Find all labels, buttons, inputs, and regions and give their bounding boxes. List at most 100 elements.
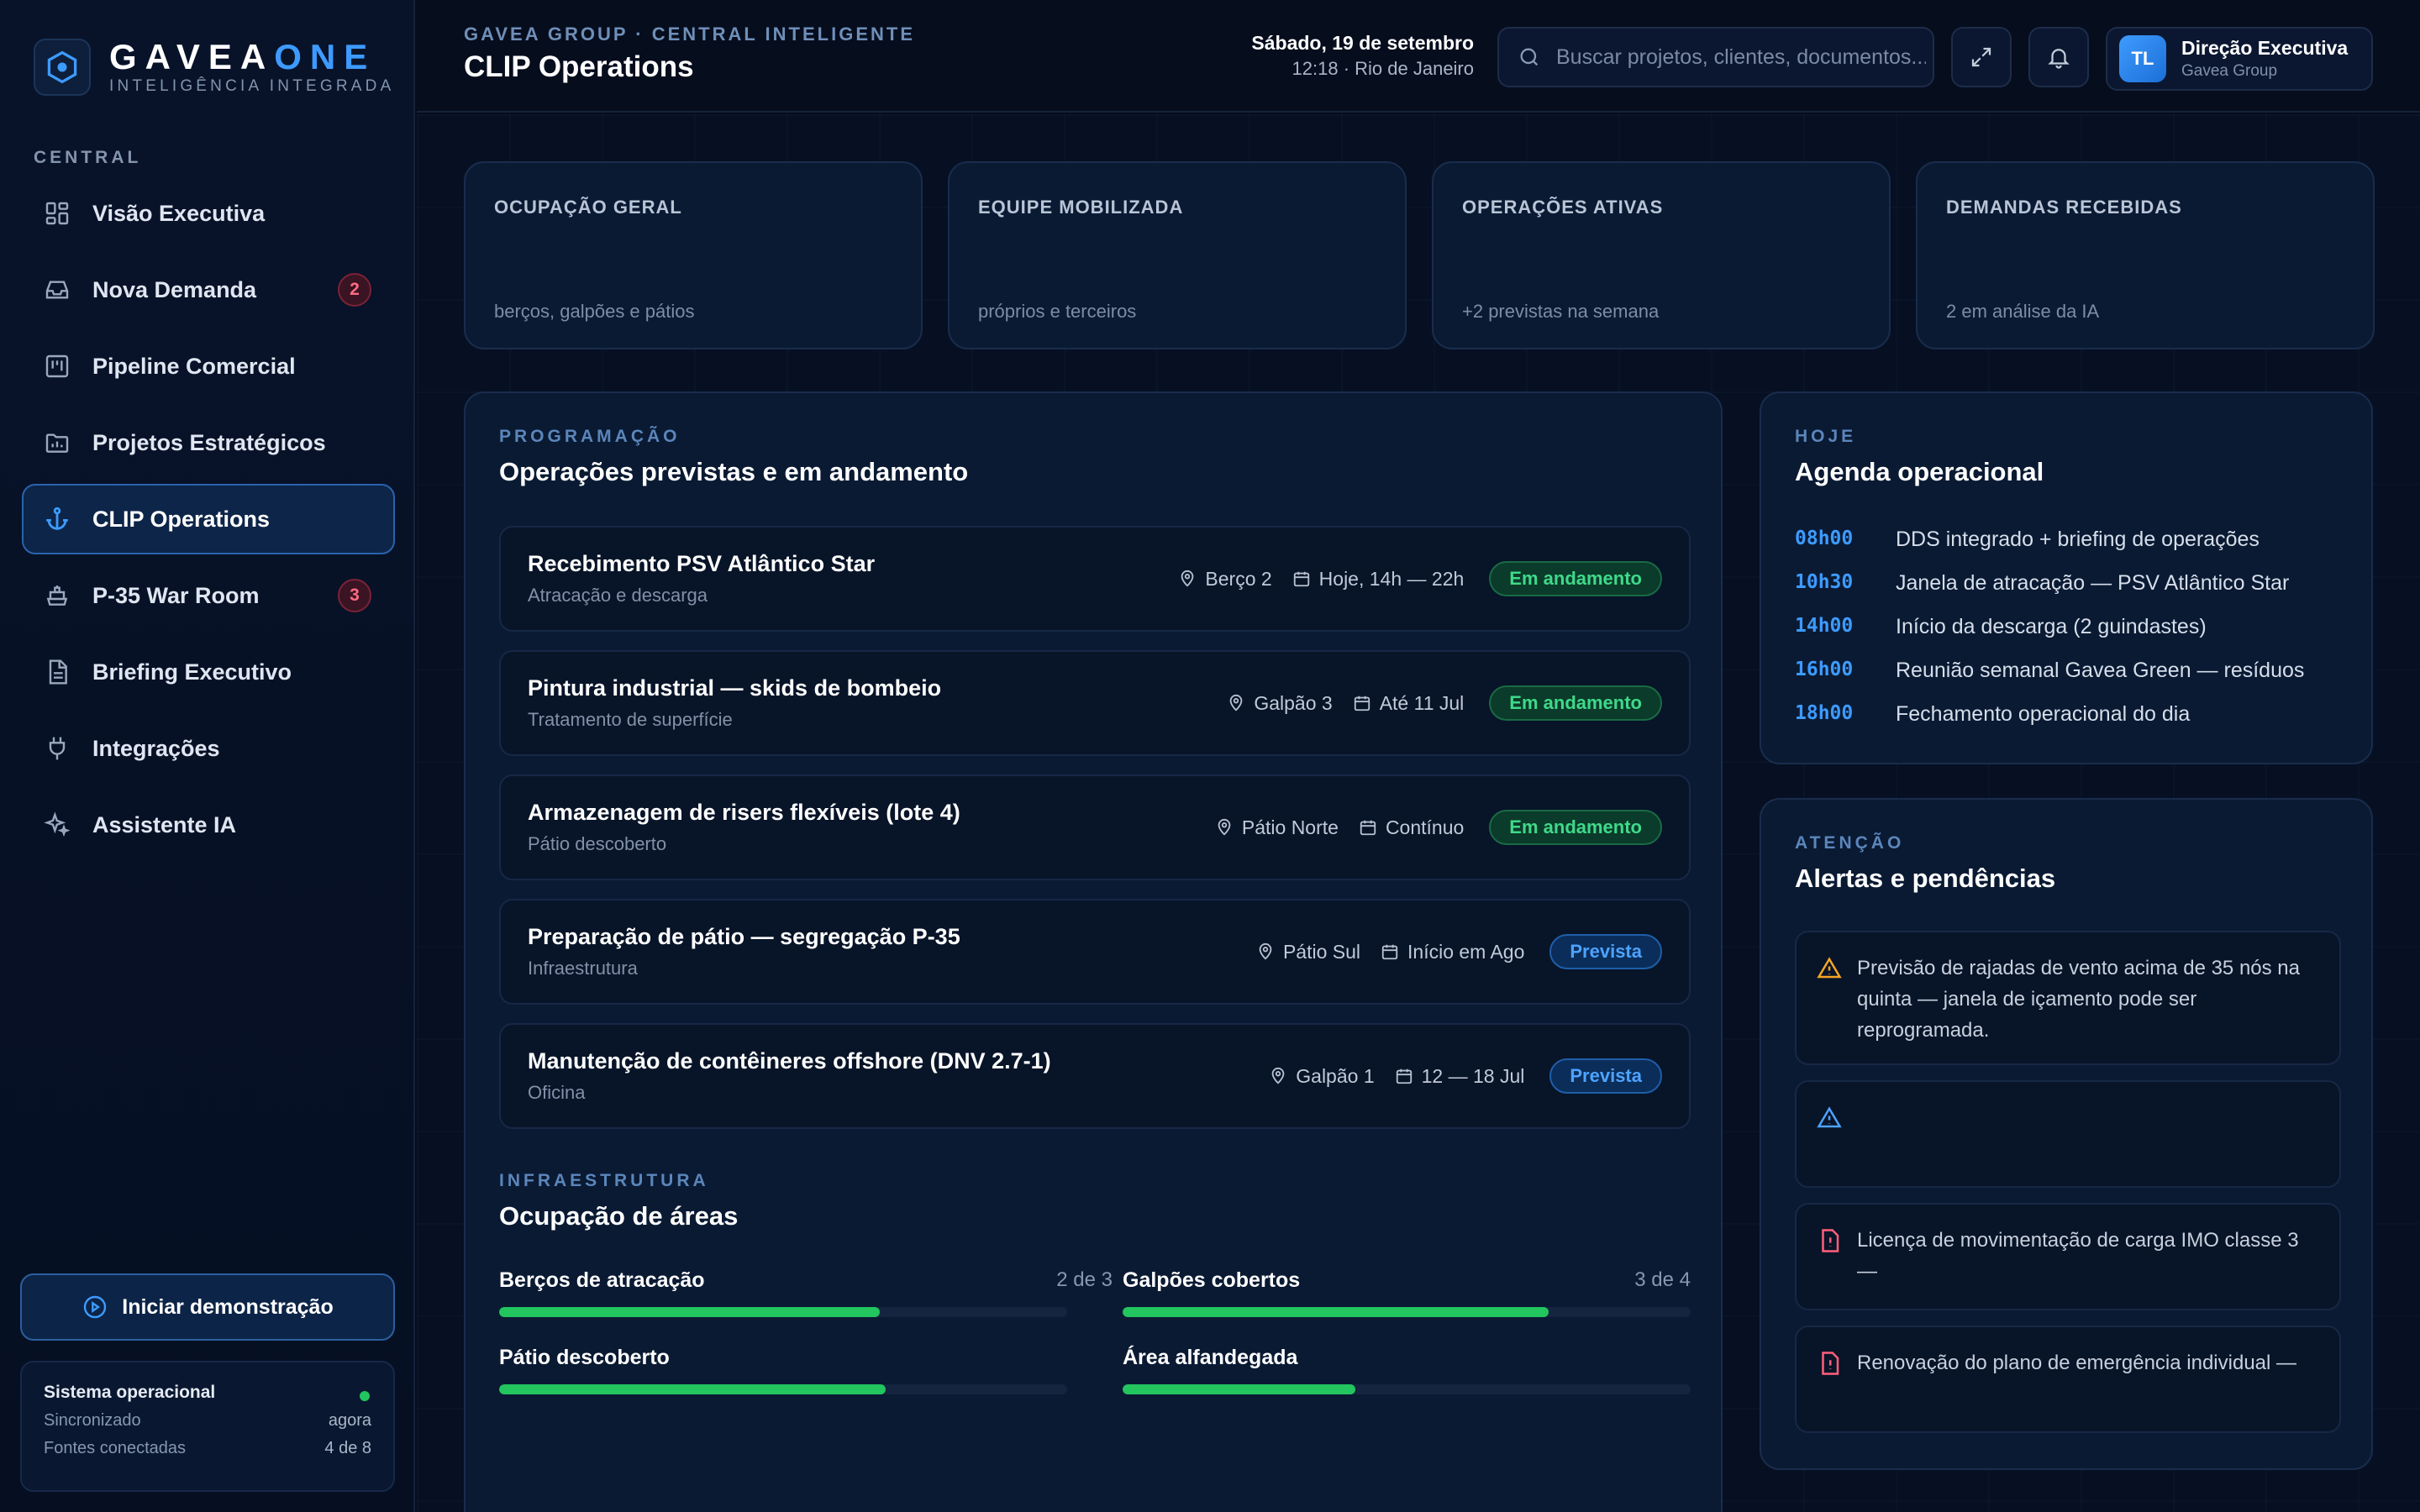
sidebar-item-pipeline-comercial[interactable]: Pipeline Comercial (22, 331, 395, 402)
operation-schedule: Contínuo (1359, 816, 1464, 839)
occupancy-label: Berços de atracação (499, 1268, 705, 1292)
sidebar-item-label: CLIP Operations (92, 506, 271, 532)
operation-row[interactable]: Pintura industrial — skids de bombeio Tr… (499, 650, 1691, 756)
fullscreen-button[interactable] (1951, 27, 2012, 87)
play-circle-icon (84, 1295, 107, 1319)
sidebar-item-visao-executiva[interactable]: Visão Executiva (22, 178, 395, 249)
occupancy-label: Área alfandegada (1123, 1346, 1298, 1369)
alert-item[interactable] (1795, 1080, 2341, 1188)
page-title: CLIP Operations (464, 50, 694, 83)
search-box[interactable] (1497, 27, 1934, 87)
sources-status-row: Fontes conectadas 4 de 8 (44, 1439, 371, 1457)
brand-name: GAVEAONE (109, 37, 376, 76)
system-status-title: Sistema operacional (44, 1383, 216, 1402)
sidebar-item-clip-operations[interactable]: CLIP Operations (22, 484, 395, 554)
datetime-display: Sábado, 19 de setembro 12:18 · Rio de Ja… (1251, 32, 1474, 80)
map-pin-icon (1181, 570, 1194, 587)
kpi-card-ocupacao[interactable]: OCUPAÇÃO GERAL berços, galpões e pátios (464, 161, 923, 349)
alert-item[interactable]: Previsão de rajadas de vento acima de 35… (1795, 931, 2341, 1065)
agenda-time: 10h30 (1795, 571, 1854, 593)
sidebar-item-label: Integrações (92, 735, 220, 761)
operation-subtitle: Atracação e descarga (528, 585, 708, 606)
breadcrumb: GAVEA GROUP · CENTRAL INTELIGENTE (464, 24, 915, 45)
user-org: Gavea Group (2181, 62, 2278, 80)
sidebar-item-assistente-ia[interactable]: Assistente IA (22, 790, 395, 860)
status-online-dot (360, 1391, 370, 1401)
notifications-button[interactable] (2028, 27, 2089, 87)
sparkles-icon (42, 810, 72, 840)
operations-panel: PROGRAMAÇÃO Operações previstas e em and… (464, 391, 1723, 1512)
operation-location: Galpão 3 (1227, 692, 1333, 715)
map-pin-icon (1230, 694, 1243, 711)
user-menu[interactable]: TL Direção Executiva Gavea Group (2106, 27, 2373, 91)
calendar-icon (1354, 696, 1370, 711)
search-input[interactable] (1556, 45, 1926, 70)
start-demo-button[interactable]: Iniciar demonstração (20, 1273, 395, 1341)
kpi-subtext: +2 previstas na semana (1462, 301, 1660, 322)
agenda-item[interactable]: 14h00 Início da descarga (2 guindastes) (1795, 615, 2207, 639)
alerts-title: Alertas e pendências (1795, 864, 2056, 893)
kpi-card-operacoes[interactable]: OPERAÇÕES ATIVAS +2 previstas na semana (1432, 161, 1891, 349)
operation-location: Galpão 1 (1269, 1065, 1375, 1088)
calendar-icon (1293, 571, 1309, 587)
operation-subtitle: Infraestrutura (528, 958, 638, 979)
brand[interactable]: GAVEAONE INTELIGÊNCIA INTEGRADA (34, 39, 394, 96)
kpi-card-equipe[interactable]: EQUIPE MOBILIZADA próprios e terceiros (948, 161, 1407, 349)
occupancy-bar-fill (1123, 1384, 1356, 1394)
map-pin-icon (1259, 942, 1272, 960)
sidebar-item-nova-demanda[interactable]: Nova Demanda 2 (22, 255, 395, 325)
sidebar-item-p35-war-room[interactable]: P-35 War Room 3 (22, 560, 395, 631)
agenda-time: 16h00 (1795, 659, 1854, 680)
sidebar-item-briefing-executivo[interactable]: Briefing Executivo (22, 637, 395, 707)
sidebar-item-integracoes[interactable]: Integrações (22, 713, 395, 784)
occupancy-bar-fill (1123, 1307, 1549, 1317)
agenda-time: 18h00 (1795, 702, 1854, 724)
alerts-eyebrow: ATENÇÃO (1795, 833, 1905, 853)
calendar-icon (1360, 820, 1376, 836)
operation-row[interactable]: Armazenagem de risers flexíveis (lote 4)… (499, 774, 1691, 880)
sidebar-item-label: Projetos Estratégicos (92, 429, 326, 455)
agenda-item[interactable]: 16h00 Reunião semanal Gavea Green — resí… (1795, 659, 2304, 683)
occupancy-count: 2 de 3 (1056, 1268, 1113, 1291)
sidebar-item-projetos-estrategicos[interactable]: Projetos Estratégicos (22, 407, 395, 478)
system-status-card: Sistema operacional Sincronizado agora F… (20, 1361, 395, 1492)
notification-badge: 3 (338, 579, 371, 612)
operation-location: Berço 2 (1178, 568, 1272, 591)
status-badge: Em andamento (1489, 685, 1662, 721)
alert-item[interactable]: Licença de movimentação de carga IMO cla… (1795, 1203, 2341, 1310)
notification-badge: 2 (338, 273, 371, 307)
alert-item[interactable]: Renovação do plano de emergência individ… (1795, 1326, 2341, 1433)
nav-section-label: CENTRAL (34, 148, 142, 167)
agenda-eyebrow: HOJE (1795, 427, 1857, 446)
agenda-time: 08h00 (1795, 528, 1854, 549)
calendar-icon (1396, 1068, 1412, 1084)
warning-icon (1817, 956, 1842, 985)
operation-subtitle: Pátio descoberto (528, 833, 667, 854)
occupancy-title: Ocupação de áreas (499, 1201, 739, 1231)
sidebar-item-label: Briefing Executivo (92, 659, 292, 685)
warning-icon (1817, 1105, 1842, 1135)
kpi-card-demandas[interactable]: DEMANDAS RECEBIDAS 2 em análise da IA (1916, 161, 2375, 349)
alert-text: Previsão de rajadas de vento acima de 35… (1857, 957, 2301, 1042)
map-pin-icon (1271, 1067, 1285, 1084)
calendar-icon (1381, 944, 1398, 960)
operation-row[interactable]: Preparação de pátio — segregação P-35 In… (499, 899, 1691, 1005)
brand-tagline: INTELIGÊNCIA INTEGRADA (109, 77, 395, 95)
agenda-item[interactable]: 08h00 DDS integrado + briefing de operaç… (1795, 528, 2260, 552)
kanban-icon (42, 351, 72, 381)
agenda-item[interactable]: 18h00 Fechamento operacional do dia (1795, 702, 2190, 727)
operation-row[interactable]: Recebimento PSV Atlântico Star Atracação… (499, 526, 1691, 632)
alert-file-icon (1817, 1351, 1842, 1380)
agenda-title: Agenda operacional (1795, 457, 2044, 486)
alerts-panel: ATENÇÃO Alertas e pendências Previsão de… (1760, 798, 2373, 1470)
alert-text: Licença de movimentação de carga IMO cla… (1857, 1229, 2299, 1283)
document-icon (42, 657, 72, 687)
operation-title: Armazenagem de risers flexíveis (lote 4) (528, 800, 960, 825)
agenda-item[interactable]: 10h30 Janela de atracação — PSV Atlântic… (1795, 571, 2289, 596)
agenda-text: Reunião semanal Gavea Green — resíduos (1896, 659, 2305, 682)
plug-icon (42, 733, 72, 764)
bell-icon (2048, 49, 2070, 69)
operation-row[interactable]: Manutenção de contêineres offshore (DNV … (499, 1023, 1691, 1129)
occupancy-bar (1123, 1307, 1691, 1317)
sidebar-nav: Visão Executiva Nova Demanda 2 Pipeline … (22, 178, 395, 866)
